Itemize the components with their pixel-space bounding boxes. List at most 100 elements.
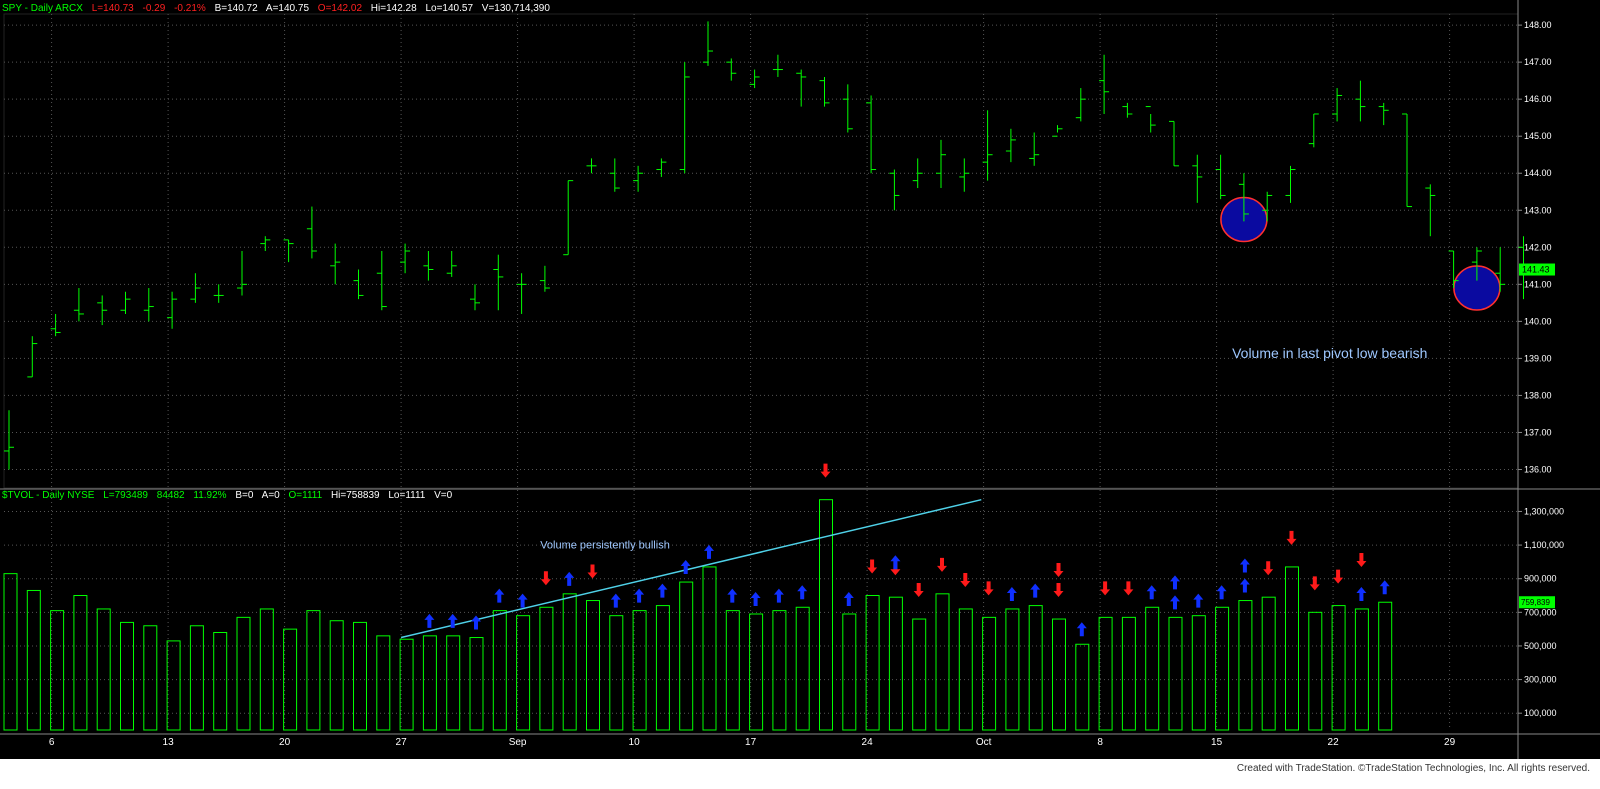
price-open: O=142.02 (317, 3, 363, 14)
price-header: SPY - Daily ARCX L=140.73 -0.29 -0.21% B… (2, 3, 556, 15)
x-tick-label: 15 (1211, 737, 1223, 748)
last-price-label: 141.43 (1522, 265, 1550, 275)
up-arrow (1006, 586, 1017, 601)
volume-bar (1145, 606, 1160, 731)
volume-tick-label: 500,000 (1524, 641, 1557, 651)
volume-tick-label: 300,000 (1524, 675, 1557, 685)
up-arrow (750, 592, 761, 606)
volume-bar (96, 608, 111, 731)
up-arrow (1379, 580, 1390, 595)
down-arrow (1053, 563, 1064, 578)
price-change: -0.29 (142, 3, 166, 14)
volume-bar (1075, 643, 1090, 731)
volume-bar (1238, 600, 1253, 731)
volume-bar (1285, 566, 1299, 731)
volume-bid: B=0 (235, 490, 254, 501)
down-arrow (587, 564, 598, 579)
volume-bar (1052, 618, 1066, 731)
volume-bar (865, 595, 880, 731)
volume-bar (1028, 605, 1043, 731)
volume-bar (702, 566, 717, 731)
volume-bar (562, 593, 577, 731)
volume-bar (539, 606, 554, 731)
up-arrow (1076, 622, 1087, 637)
up-arrow (424, 613, 435, 628)
down-arrow (867, 559, 878, 574)
up-arrow (1146, 585, 1157, 600)
price-high: Hi=142.28 (370, 3, 417, 14)
price-tick-label: 138.00 (1524, 390, 1552, 400)
down-arrow (1309, 576, 1320, 591)
price-panel-frame (3, 13, 1519, 489)
x-tick-label: 27 (396, 737, 408, 748)
price-tick-label: 137.00 (1524, 427, 1552, 437)
volume-bar (679, 581, 694, 731)
up-arrow (471, 615, 481, 630)
up-arrow (1170, 575, 1180, 590)
price-tick-label: 144.00 (1524, 168, 1552, 178)
x-tick-label: 22 (1328, 737, 1340, 748)
volume-bar (1215, 606, 1230, 731)
x-tick-label: 29 (1444, 737, 1456, 748)
down-arrow (1333, 569, 1344, 584)
chart-canvas: 6 13 20 27 Sep 10 17 24 Oct 8 15 22 29 136.00 137.00 13… (0, 0, 1600, 759)
price-tick-label: 136.00 (1524, 464, 1552, 474)
price-bid: B=140.72 (214, 3, 258, 14)
chart-window: 6 13 20 27 Sep 10 17 24 Oct 8 15 22 29 136.00 137.00 13… (0, 0, 1600, 789)
down-arrow (983, 581, 994, 596)
volume-bar (1308, 611, 1323, 731)
down-arrow (1356, 552, 1367, 567)
volume-bar (1261, 596, 1276, 731)
up-arrow (1030, 583, 1041, 598)
up-arrow (843, 592, 854, 606)
price-low: Lo=140.57 (425, 3, 474, 14)
price-symbol: SPY - Daily ARCX (2, 3, 83, 14)
price-last: L=140.73 (91, 3, 134, 14)
down-arrow (1053, 583, 1064, 598)
price-tick-label: 146.00 (1524, 94, 1552, 104)
volume-annotation: Volume persistently bullish (540, 539, 670, 551)
down-arrow (1123, 581, 1134, 596)
up-arrow (494, 588, 505, 603)
up-arrow (610, 593, 621, 608)
volume-bar (1098, 616, 1113, 731)
x-tick-label: Oct (976, 737, 992, 748)
down-arrow (540, 571, 551, 586)
volume-tick-label: 1,300,000 (1524, 506, 1564, 516)
down-arrow (1100, 581, 1111, 596)
volume-bar (143, 625, 158, 731)
volume-symbol: $TVOL - Daily NYSE (2, 490, 95, 501)
price-tick-label: 139.00 (1524, 353, 1552, 363)
footer-bar: Created with TradeStation. ©TradeStation… (0, 759, 1600, 789)
up-arrow (890, 555, 901, 570)
price-tick-label: 143.00 (1524, 205, 1552, 215)
price-tick-label: 140.00 (1524, 316, 1552, 326)
volume-bar (1378, 601, 1393, 731)
volume-vol: V=0 (434, 490, 453, 501)
x-tick-label: 17 (745, 737, 757, 748)
volume-bar (492, 610, 507, 731)
volume-bar (1354, 608, 1369, 731)
volume-bar (446, 635, 461, 731)
up-arrow (773, 588, 784, 603)
volume-bar (26, 589, 41, 731)
up-arrow (1239, 558, 1250, 573)
volume-header: $TVOL - Daily NYSE L=793489 84482 11.92%… (2, 490, 458, 502)
volume-bar (749, 613, 764, 731)
volume-bar (632, 610, 647, 731)
volume-bar (259, 608, 274, 731)
volume-bar (353, 621, 367, 731)
up-arrow (657, 583, 668, 598)
volume-bar (912, 618, 927, 731)
up-arrow (1216, 585, 1227, 600)
volume-bar (842, 613, 857, 731)
x-tick-label: 13 (163, 737, 175, 748)
volume-bar (795, 606, 810, 731)
volume-bar (399, 638, 414, 731)
volume-bar (1005, 608, 1020, 731)
volume-open: O=1111 (288, 490, 323, 501)
volume-bar (1191, 615, 1206, 731)
price-ask: A=140.75 (265, 3, 310, 14)
volume-bar (819, 499, 833, 731)
price-tick-label: 147.00 (1524, 57, 1552, 67)
